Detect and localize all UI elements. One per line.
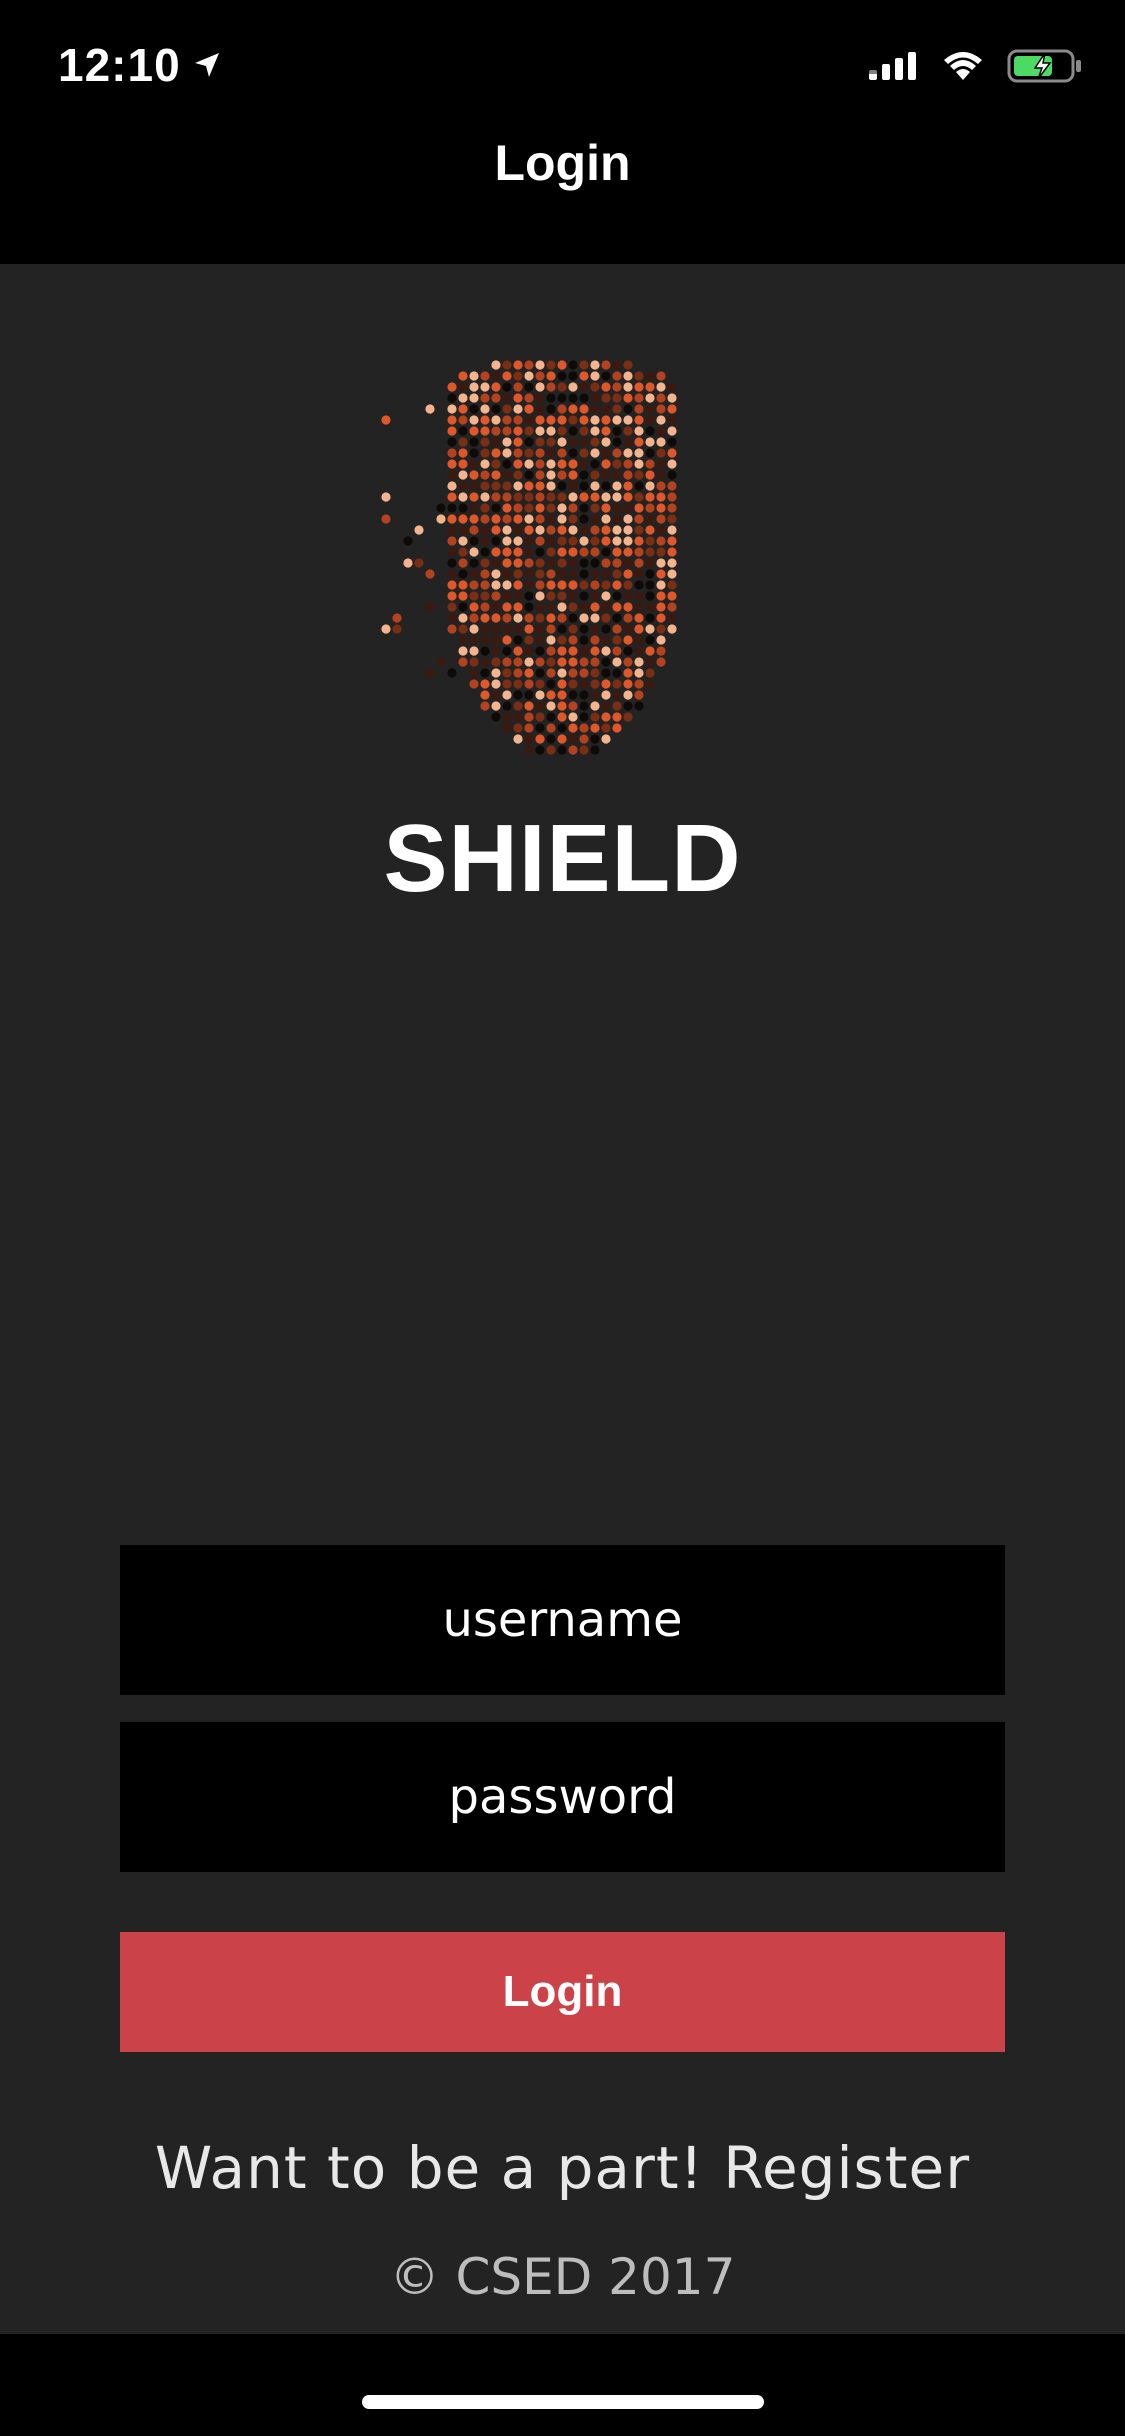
shield-pixel-icon xyxy=(381,360,677,755)
status-time-group: 12:10 xyxy=(58,38,223,92)
copyright-text: © CSED 2017 xyxy=(389,2248,736,2306)
location-arrow-icon xyxy=(191,38,223,92)
status-time: 12:10 xyxy=(58,39,181,91)
status-icons xyxy=(869,48,1083,89)
cellular-signal-icon xyxy=(869,50,919,87)
home-indicator-area xyxy=(0,2334,1125,2436)
brand-name: SHIELD xyxy=(383,805,742,912)
home-indicator[interactable] xyxy=(362,2395,764,2409)
navigation-bar: Login xyxy=(0,132,1125,264)
battery-charging-icon xyxy=(1007,48,1083,89)
login-button[interactable]: Login xyxy=(120,1932,1005,2052)
login-button-label: Login xyxy=(502,1967,623,2016)
nav-title: Login xyxy=(494,135,631,191)
password-input[interactable] xyxy=(120,1722,1005,1872)
register-link[interactable]: Want to be a part! Register xyxy=(0,2134,1125,2202)
wifi-icon xyxy=(941,50,985,87)
status-bar: 12:10 xyxy=(0,0,1125,132)
login-content: SHIELD Login Want to be a part! Register… xyxy=(0,264,1125,2334)
username-input[interactable] xyxy=(120,1545,1005,1695)
